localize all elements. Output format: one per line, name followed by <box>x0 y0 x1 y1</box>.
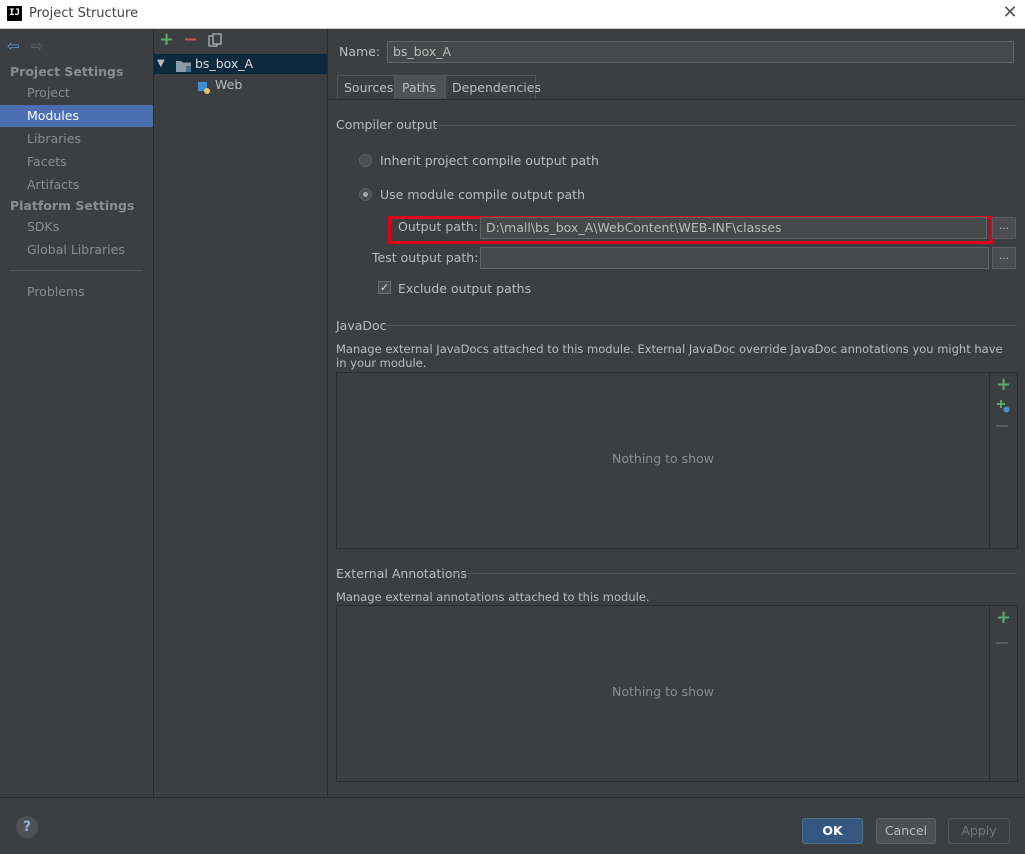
tree-item-web[interactable]: Web <box>154 75 327 95</box>
sidebar-item-artifacts[interactable]: Artifacts <box>0 174 153 196</box>
javadoc-description: Manage external JavaDocs attached to thi… <box>336 342 1003 370</box>
tree-item-bs-box-a[interactable]: ▼ bs_box_A <box>154 54 327 74</box>
intellij-logo-icon: IJ <box>7 6 22 21</box>
javadoc-list[interactable]: Nothing to show + <box>336 372 1018 549</box>
javadoc-empty-text: Nothing to show <box>612 451 714 466</box>
tree-item-label: bs_box_A <box>195 56 254 71</box>
output-path-browse-button[interactable]: ... <box>992 217 1016 239</box>
remove-icon[interactable]: − <box>183 29 198 50</box>
sidebar-item-modules[interactable]: Modules <box>0 105 153 127</box>
sidebar-item-facets[interactable]: Facets <box>0 151 153 173</box>
group-divider <box>432 125 1017 126</box>
annotations-list[interactable]: Nothing to show + <box>336 605 1018 782</box>
use-module-output-radio[interactable] <box>359 188 372 201</box>
exclude-output-checkbox[interactable]: ✓ <box>378 281 391 294</box>
output-path-label: Output path: <box>398 219 479 234</box>
dialog-footer <box>0 797 1025 854</box>
tree-item-label: Web <box>215 77 243 92</box>
ok-button[interactable]: OK <box>802 818 863 844</box>
chevron-down-icon[interactable]: ▼ <box>157 54 165 74</box>
sidebar-divider <box>10 270 142 271</box>
annotations-empty-text: Nothing to show <box>612 684 714 699</box>
platform-settings-header: Platform Settings <box>10 198 135 213</box>
module-settings-panel: Name: bs_box_A Sources Paths Dependencie… <box>328 29 1025 797</box>
sidebar-item-libraries[interactable]: Libraries <box>0 128 153 150</box>
add-icon[interactable]: + <box>996 607 1011 628</box>
group-divider <box>454 573 1017 574</box>
add-icon[interactable]: + <box>996 374 1011 395</box>
tab-dependencies[interactable]: Dependencies <box>445 75 541 99</box>
help-icon[interactable]: ? <box>16 816 38 838</box>
inherit-output-label: Inherit project compile output path <box>380 153 599 168</box>
annotations-description: Manage external annotations attached to … <box>336 590 650 604</box>
remove-icon[interactable] <box>996 642 1008 644</box>
use-module-output-label: Use module compile output path <box>380 187 586 202</box>
javadoc-toolbar: + <box>989 373 1017 548</box>
copy-icon[interactable] <box>208 33 222 47</box>
project-settings-header: Project Settings <box>10 64 124 79</box>
test-output-path-label: Test output path: <box>372 250 479 265</box>
compiler-output-title: Compiler output <box>336 117 438 132</box>
output-path-input[interactable]: D:\mall\bs_box_A\WebContent\WEB-INF\clas… <box>480 217 987 239</box>
sidebar-item-sdks[interactable]: SDKs <box>0 216 153 238</box>
tab-sources[interactable]: Sources <box>337 75 395 99</box>
sidebar-item-global-libraries[interactable]: Global Libraries <box>0 239 153 261</box>
sidebar-item-problems[interactable]: Problems <box>0 281 153 303</box>
window-title: Project Structure <box>29 6 139 21</box>
web-facet-icon <box>198 80 210 100</box>
inherit-output-radio[interactable] <box>359 154 372 167</box>
test-output-path-input[interactable] <box>480 247 989 269</box>
sidebar-item-project[interactable]: Project <box>0 82 153 104</box>
title-bar: IJ Project Structure ✕ <box>0 0 1025 29</box>
javadoc-title: JavaDoc <box>336 318 387 333</box>
cancel-button[interactable]: Cancel <box>876 818 936 844</box>
settings-sidebar: ⇦ ⇨ Project Settings Project Modules Lib… <box>0 29 154 797</box>
tab-paths[interactable]: Paths <box>395 75 445 99</box>
arrow-right-icon[interactable]: ⇨ <box>31 37 44 55</box>
remove-icon[interactable] <box>996 425 1008 427</box>
tab-divider <box>328 99 1025 100</box>
add-url-icon[interactable] <box>996 399 1010 413</box>
annotations-toolbar: + <box>989 606 1017 781</box>
name-label: Name: <box>339 44 381 59</box>
add-icon[interactable]: + <box>159 29 174 50</box>
module-tree-panel: + − ▼ bs_box_A Web <box>154 29 328 797</box>
apply-button[interactable]: Apply <box>948 818 1010 844</box>
close-icon[interactable]: ✕ <box>1000 3 1020 23</box>
test-output-path-browse-button[interactable]: ... <box>992 247 1016 269</box>
exclude-output-label: Exclude output paths <box>398 281 532 296</box>
module-name-input[interactable]: bs_box_A <box>387 41 1014 63</box>
arrow-left-icon[interactable]: ⇦ <box>7 37 20 55</box>
external-annotations-title: External Annotations <box>336 566 467 581</box>
group-divider <box>386 325 1017 326</box>
